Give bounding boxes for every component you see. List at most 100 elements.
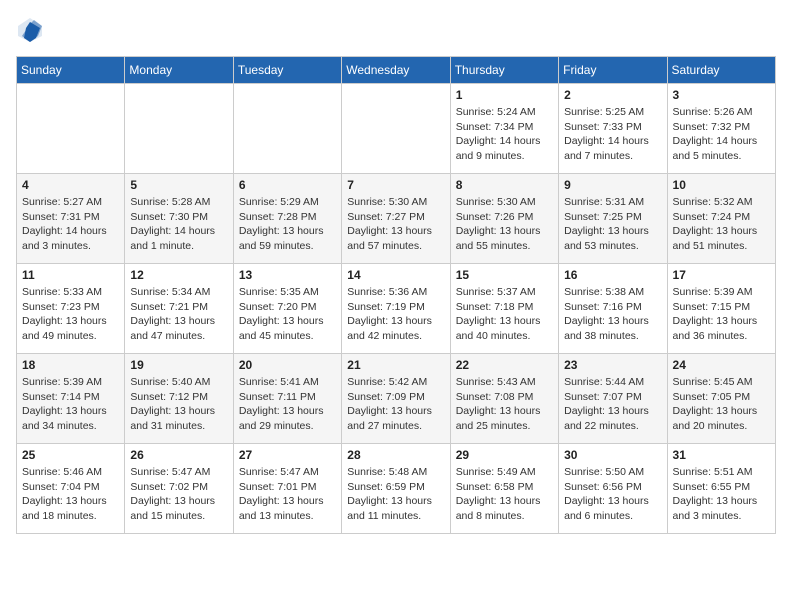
calendar-cell: 15 Sunrise: 5:37 AM Sunset: 7:18 PM Dayli… xyxy=(450,264,558,354)
calendar-cell: 20 Sunrise: 5:41 AM Sunset: 7:11 PM Dayli… xyxy=(233,354,341,444)
cell-info: Sunrise: 5:40 AM Sunset: 7:12 PM Dayligh… xyxy=(130,375,227,434)
cell-info: Sunrise: 5:32 AM Sunset: 7:24 PM Dayligh… xyxy=(673,195,770,254)
cell-info: Sunrise: 5:37 AM Sunset: 7:18 PM Dayligh… xyxy=(456,285,553,344)
day-number: 31 xyxy=(673,448,770,462)
day-number: 13 xyxy=(239,268,336,282)
calendar-header: SundayMondayTuesdayWednesdayThursdayFrid… xyxy=(17,57,776,84)
calendar-cell: 27 Sunrise: 5:47 AM Sunset: 7:01 PM Dayli… xyxy=(233,444,341,534)
calendar-cell: 18 Sunrise: 5:39 AM Sunset: 7:14 PM Dayli… xyxy=(17,354,125,444)
cell-info: Sunrise: 5:30 AM Sunset: 7:26 PM Dayligh… xyxy=(456,195,553,254)
day-number: 5 xyxy=(130,178,227,192)
calendar-cell: 19 Sunrise: 5:40 AM Sunset: 7:12 PM Dayli… xyxy=(125,354,233,444)
cell-info: Sunrise: 5:29 AM Sunset: 7:28 PM Dayligh… xyxy=(239,195,336,254)
cell-info: Sunrise: 5:41 AM Sunset: 7:11 PM Dayligh… xyxy=(239,375,336,434)
cell-info: Sunrise: 5:36 AM Sunset: 7:19 PM Dayligh… xyxy=(347,285,444,344)
day-number: 6 xyxy=(239,178,336,192)
day-number: 24 xyxy=(673,358,770,372)
page-header xyxy=(16,16,776,44)
day-number: 27 xyxy=(239,448,336,462)
day-number: 20 xyxy=(239,358,336,372)
cell-info: Sunrise: 5:31 AM Sunset: 7:25 PM Dayligh… xyxy=(564,195,661,254)
cell-info: Sunrise: 5:39 AM Sunset: 7:15 PM Dayligh… xyxy=(673,285,770,344)
day-number: 26 xyxy=(130,448,227,462)
logo xyxy=(16,16,48,44)
calendar-cell xyxy=(233,84,341,174)
cell-info: Sunrise: 5:35 AM Sunset: 7:20 PM Dayligh… xyxy=(239,285,336,344)
calendar-cell: 8 Sunrise: 5:30 AM Sunset: 7:26 PM Daylig… xyxy=(450,174,558,264)
calendar-cell: 23Sunrise: 5:44 AM Sunset: 7:07 PM Dayli… xyxy=(559,354,667,444)
calendar-cell: 24 Sunrise: 5:45 AM Sunset: 7:05 PM Dayli… xyxy=(667,354,775,444)
calendar-cell: 3Sunrise: 5:26 AM Sunset: 7:32 PM Daylig… xyxy=(667,84,775,174)
calendar-cell: 12 Sunrise: 5:34 AM Sunset: 7:21 PM Dayli… xyxy=(125,264,233,354)
calendar-cell xyxy=(342,84,450,174)
calendar-cell: 2 Sunrise: 5:25 AM Sunset: 7:33 PM Daylig… xyxy=(559,84,667,174)
calendar-week-1: 1 Sunrise: 5:24 AM Sunset: 7:34 PM Daylig… xyxy=(17,84,776,174)
cell-info: Sunrise: 5:44 AM Sunset: 7:07 PM Dayligh… xyxy=(564,375,661,434)
calendar-week-4: 18 Sunrise: 5:39 AM Sunset: 7:14 PM Dayli… xyxy=(17,354,776,444)
day-number: 29 xyxy=(456,448,553,462)
cell-info: Sunrise: 5:43 AM Sunset: 7:08 PM Dayligh… xyxy=(456,375,553,434)
day-number: 2 xyxy=(564,88,661,102)
cell-info: Sunrise: 5:50 AM Sunset: 6:56 PM Dayligh… xyxy=(564,465,661,524)
day-number: 8 xyxy=(456,178,553,192)
calendar-cell: 13 Sunrise: 5:35 AM Sunset: 7:20 PM Dayli… xyxy=(233,264,341,354)
weekday-header-friday: Friday xyxy=(559,57,667,84)
cell-info: Sunrise: 5:45 AM Sunset: 7:05 PM Dayligh… xyxy=(673,375,770,434)
weekday-header-thursday: Thursday xyxy=(450,57,558,84)
day-number: 18 xyxy=(22,358,119,372)
cell-info: Sunrise: 5:49 AM Sunset: 6:58 PM Dayligh… xyxy=(456,465,553,524)
calendar-cell: 1 Sunrise: 5:24 AM Sunset: 7:34 PM Daylig… xyxy=(450,84,558,174)
day-number: 10 xyxy=(673,178,770,192)
calendar-cell: 21 Sunrise: 5:42 AM Sunset: 7:09 PM Dayli… xyxy=(342,354,450,444)
calendar-cell: 5 Sunrise: 5:28 AM Sunset: 7:30 PM Daylig… xyxy=(125,174,233,264)
cell-info: Sunrise: 5:48 AM Sunset: 6:59 PM Dayligh… xyxy=(347,465,444,524)
day-number: 17 xyxy=(673,268,770,282)
cell-info: Sunrise: 5:33 AM Sunset: 7:23 PM Dayligh… xyxy=(22,285,119,344)
cell-info: Sunrise: 5:47 AM Sunset: 7:01 PM Dayligh… xyxy=(239,465,336,524)
day-number: 4 xyxy=(22,178,119,192)
cell-info: Sunrise: 5:47 AM Sunset: 7:02 PM Dayligh… xyxy=(130,465,227,524)
calendar-cell: 11 Sunrise: 5:33 AM Sunset: 7:23 PM Dayli… xyxy=(17,264,125,354)
calendar-cell: 6 Sunrise: 5:29 AM Sunset: 7:28 PM Daylig… xyxy=(233,174,341,264)
weekday-header-tuesday: Tuesday xyxy=(233,57,341,84)
cell-info: Sunrise: 5:38 AM Sunset: 7:16 PM Dayligh… xyxy=(564,285,661,344)
weekday-header-wednesday: Wednesday xyxy=(342,57,450,84)
day-number: 15 xyxy=(456,268,553,282)
day-number: 9 xyxy=(564,178,661,192)
calendar-cell: 25Sunrise: 5:46 AM Sunset: 7:04 PM Dayli… xyxy=(17,444,125,534)
calendar-cell: 26 Sunrise: 5:47 AM Sunset: 7:02 PM Dayli… xyxy=(125,444,233,534)
day-number: 16 xyxy=(564,268,661,282)
day-number: 14 xyxy=(347,268,444,282)
day-number: 19 xyxy=(130,358,227,372)
day-number: 22 xyxy=(456,358,553,372)
calendar-cell: 16 Sunrise: 5:38 AM Sunset: 7:16 PM Dayli… xyxy=(559,264,667,354)
day-number: 28 xyxy=(347,448,444,462)
day-number: 7 xyxy=(347,178,444,192)
cell-info: Sunrise: 5:25 AM Sunset: 7:33 PM Dayligh… xyxy=(564,105,661,164)
calendar-cell: 10 Sunrise: 5:32 AM Sunset: 7:24 PM Dayli… xyxy=(667,174,775,264)
calendar-week-3: 11 Sunrise: 5:33 AM Sunset: 7:23 PM Dayli… xyxy=(17,264,776,354)
cell-info: Sunrise: 5:34 AM Sunset: 7:21 PM Dayligh… xyxy=(130,285,227,344)
cell-info: Sunrise: 5:26 AM Sunset: 7:32 PM Dayligh… xyxy=(673,105,770,164)
calendar-cell: 9 Sunrise: 5:31 AM Sunset: 7:25 PM Daylig… xyxy=(559,174,667,264)
logo-icon xyxy=(16,16,44,44)
calendar-body: 1 Sunrise: 5:24 AM Sunset: 7:34 PM Daylig… xyxy=(17,84,776,534)
day-number: 21 xyxy=(347,358,444,372)
cell-info: Sunrise: 5:30 AM Sunset: 7:27 PM Dayligh… xyxy=(347,195,444,254)
calendar-cell: 7 Sunrise: 5:30 AM Sunset: 7:27 PM Daylig… xyxy=(342,174,450,264)
calendar-cell: 4 Sunrise: 5:27 AM Sunset: 7:31 PM Daylig… xyxy=(17,174,125,264)
day-number: 1 xyxy=(456,88,553,102)
cell-info: Sunrise: 5:28 AM Sunset: 7:30 PM Dayligh… xyxy=(130,195,227,254)
calendar-cell: 17 Sunrise: 5:39 AM Sunset: 7:15 PM Dayli… xyxy=(667,264,775,354)
cell-info: Sunrise: 5:24 AM Sunset: 7:34 PM Dayligh… xyxy=(456,105,553,164)
day-number: 25 xyxy=(22,448,119,462)
cell-info: Sunrise: 5:42 AM Sunset: 7:09 PM Dayligh… xyxy=(347,375,444,434)
cell-info: Sunrise: 5:27 AM Sunset: 7:31 PM Dayligh… xyxy=(22,195,119,254)
day-number: 12 xyxy=(130,268,227,282)
calendar-cell: 29 Sunrise: 5:49 AM Sunset: 6:58 PM Dayli… xyxy=(450,444,558,534)
calendar: SundayMondayTuesdayWednesdayThursdayFrid… xyxy=(16,56,776,534)
weekday-header-sunday: Sunday xyxy=(17,57,125,84)
day-number: 11 xyxy=(22,268,119,282)
cell-info: Sunrise: 5:39 AM Sunset: 7:14 PM Dayligh… xyxy=(22,375,119,434)
calendar-cell: 22 Sunrise: 5:43 AM Sunset: 7:08 PM Dayli… xyxy=(450,354,558,444)
